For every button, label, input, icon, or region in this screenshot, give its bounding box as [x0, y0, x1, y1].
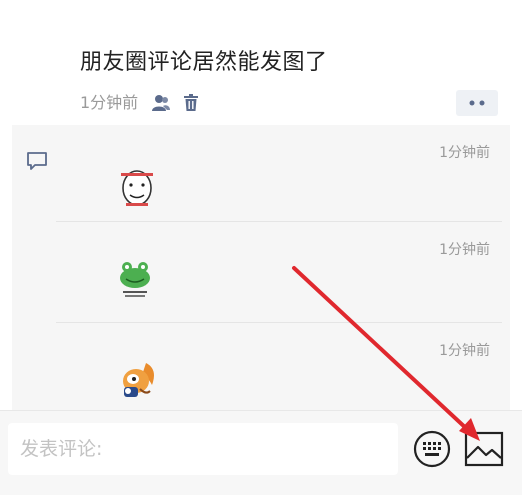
green-frog-sticker-icon[interactable]	[116, 258, 154, 300]
more-dots-icon	[469, 100, 485, 106]
comment-panel: 1分钟前 1分钟前 1分钟前	[12, 125, 510, 415]
smiling-face-sticker-icon[interactable]	[116, 167, 158, 209]
moments-post-page: 朋友圈评论居然能发图了 1分钟前 1分钟前 1分钟前 1分钟前 发表评论:	[0, 0, 522, 495]
post-text: 朋友圈评论居然能发图了	[80, 50, 328, 75]
cartoon-squirrel-sticker-icon[interactable]	[116, 359, 158, 401]
image-icon[interactable]	[464, 431, 504, 467]
comment-time: 1分钟前	[439, 145, 490, 161]
post-meta-row: 1分钟前	[80, 90, 202, 116]
delete-trash-icon[interactable]	[180, 92, 202, 114]
post-time: 1分钟前	[80, 93, 139, 112]
comment-bubble-icon	[27, 152, 47, 170]
comment-time: 1分钟前	[439, 343, 490, 359]
comment-input[interactable]	[8, 423, 398, 475]
comment-item[interactable]: 1分钟前	[56, 323, 502, 415]
friends-visibility-icon[interactable]	[150, 92, 172, 114]
more-options-button[interactable]	[456, 90, 498, 116]
comment-item[interactable]: 1分钟前	[56, 125, 502, 222]
keyboard-icon[interactable]	[412, 429, 452, 469]
comment-item[interactable]: 1分钟前	[56, 222, 502, 323]
comment-time: 1分钟前	[439, 242, 490, 258]
comment-input-bar	[0, 410, 522, 495]
